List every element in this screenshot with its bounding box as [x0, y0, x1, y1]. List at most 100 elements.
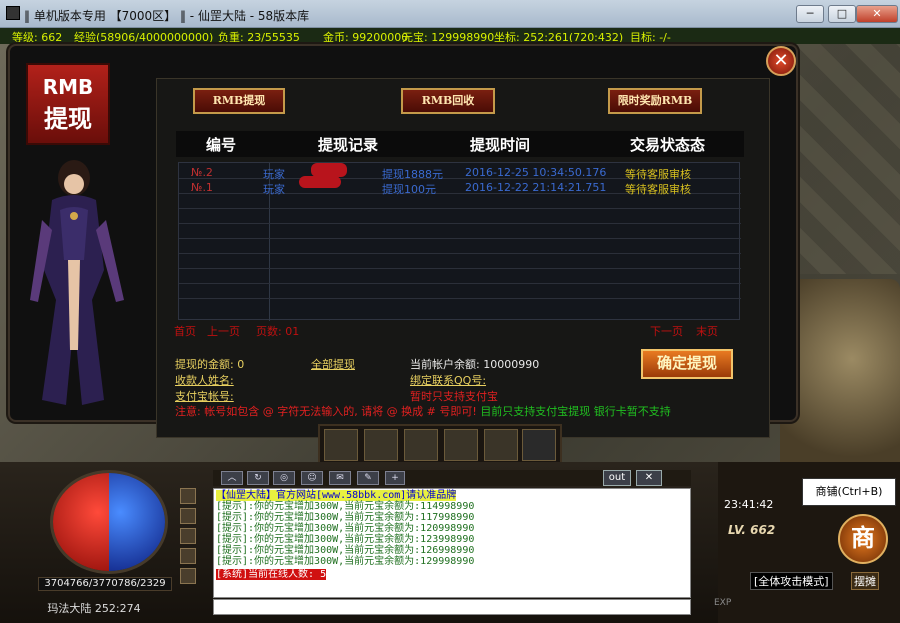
- empty-slot[interactable]: [522, 429, 556, 461]
- chat-group-icon[interactable]: ☺: [301, 471, 323, 485]
- last-page-link[interactable]: 末页: [696, 323, 718, 339]
- chat-line: [提示]:你的元宝增加300W,当前元宝余额为:117998990: [216, 512, 475, 523]
- maximize-button[interactable]: □: [828, 5, 856, 23]
- notice-red: 注意: 帐号如包含 @ 字符无法输入的, 请将 @ 换成 # 号即可!: [175, 405, 477, 418]
- chat-message-icon[interactable]: ✉: [329, 471, 351, 485]
- table-row[interactable]: №.2 玩家 提现1888元 2016-12-25 10:34:50.176 等…: [179, 163, 741, 181]
- row-time: 2016-12-22 21:14:21.751: [465, 181, 607, 194]
- badge-line1: RMB: [42, 75, 94, 99]
- alipay-account-field[interactable]: 支付宝帐号:: [175, 388, 234, 404]
- tab-rmb-withdraw[interactable]: RMB提现: [193, 88, 285, 114]
- game-clock: 23:41:42: [724, 498, 774, 511]
- chat-log[interactable]: 【仙罡大陆】官方网站[www.58bbk.com]请认准品牌 [提示]:你的元宝…: [213, 488, 691, 598]
- table-row-empty: [179, 285, 741, 299]
- next-page-link[interactable]: 下一页: [650, 323, 683, 339]
- balance-label: 当前帐户余额: 10000990: [410, 358, 540, 371]
- minimize-button[interactable]: ─: [796, 5, 824, 23]
- chat-out-button[interactable]: out: [603, 470, 631, 486]
- redaction-mark: [299, 176, 341, 188]
- badge-line2: 提现: [44, 105, 92, 133]
- table-row[interactable]: №.1 玩家 提现100元 2016-12-22 21:14:21.751 等待…: [179, 176, 741, 196]
- table-row-empty: [179, 255, 741, 269]
- chat-up-icon[interactable]: ︿: [221, 471, 243, 485]
- first-page-link[interactable]: 首页: [174, 323, 196, 339]
- withdraw-all-link[interactable]: 全部提现: [311, 356, 355, 372]
- row-time: 2016-12-25 10:34:50.176: [465, 166, 607, 179]
- table-row-empty: [179, 270, 741, 284]
- rmb-withdraw-badge: RMB 提现: [26, 63, 110, 145]
- table-row-empty: [179, 240, 741, 254]
- table-row-empty: [179, 225, 741, 239]
- table-row-empty: [179, 210, 741, 224]
- status-weight: 负重: 23/55535: [218, 31, 300, 44]
- confirm-withdraw-button[interactable]: 确定提现: [641, 349, 733, 379]
- chat-line: [提示]:你的元宝增加300W,当前元宝余额为:123998990: [216, 534, 475, 545]
- chat-add-icon[interactable]: +: [385, 471, 405, 485]
- status-coords: 坐标: 252:261(720:432): [494, 31, 624, 44]
- side-icon[interactable]: [180, 488, 196, 504]
- row-number: №.1: [191, 181, 213, 194]
- row-number: №.2: [191, 166, 213, 179]
- page-count: 页数: 01: [256, 325, 300, 338]
- status-exp: 经验(58906/4000000000): [74, 31, 214, 44]
- hp-mp-readout: 3704766/3770786/2329: [38, 577, 172, 591]
- chat-channel-icon[interactable]: ◎: [273, 471, 295, 485]
- chat-line: 【仙罡大陆】官方网站[www.58bbk.com]请认准品牌: [216, 490, 457, 501]
- skill-slot[interactable]: [364, 429, 398, 461]
- window-title: ‖ 单机版本专用 【7000区】 ‖ - 仙罡大陆 - 58版本库: [24, 9, 310, 23]
- side-icon[interactable]: [180, 528, 196, 544]
- status-gold: 金币: 99200000: [323, 31, 409, 44]
- scroll-slot[interactable]: [484, 429, 518, 461]
- skill-slot[interactable]: [324, 429, 358, 461]
- dialog-close-button[interactable]: ✕: [766, 46, 796, 76]
- col-header-status: 交易状态态: [630, 136, 706, 154]
- status-yuanbao: 元宝: 129998990: [402, 31, 495, 44]
- col-header-time: 提现时间: [470, 136, 531, 154]
- tab-rmb-recycle[interactable]: RMB回收: [401, 88, 495, 114]
- notice-green: 目前只支持支付宝提现 银行卡暂不支持: [480, 405, 671, 418]
- tab-limited-reward[interactable]: 限时奖励RMB: [608, 88, 702, 114]
- chat-x-button[interactable]: ✕: [636, 470, 662, 486]
- close-window-button[interactable]: ✕: [856, 5, 898, 23]
- attack-mode[interactable]: [全体攻击模式]: [750, 572, 833, 590]
- status-level: 等级: 662: [12, 31, 63, 44]
- table-row-empty: [179, 195, 741, 209]
- redaction-mark: [311, 163, 347, 177]
- records-table-header: 编号 提现记录 提现时间 交易状态态: [176, 131, 744, 157]
- side-icon[interactable]: [180, 508, 196, 524]
- col-header-number: 编号: [206, 136, 237, 154]
- hp-mp-orb: [50, 470, 168, 574]
- chat-edit-icon[interactable]: ✎: [357, 471, 379, 485]
- character-portrait: [30, 160, 124, 405]
- chat-input[interactable]: [213, 599, 691, 615]
- chat-line: [提示]:你的元宝增加300W,当前元宝余额为:114998990: [216, 501, 475, 512]
- records-table: №.2 玩家 提现1888元 2016-12-25 10:34:50.176 等…: [178, 162, 741, 321]
- pagoda-roof: [780, 279, 900, 479]
- col-header-record: 提现记录: [318, 136, 379, 154]
- side-icon[interactable]: [180, 568, 196, 584]
- chat-line: [提示]:你的元宝增加300W,当前元宝余额为:126998990: [216, 545, 475, 556]
- side-icon[interactable]: [180, 548, 196, 564]
- prev-page-link[interactable]: 上一页: [207, 323, 240, 339]
- shop-button[interactable]: 商: [838, 514, 888, 564]
- payee-name-field[interactable]: 收款人姓名:: [175, 372, 234, 388]
- exp-label: EXP: [714, 598, 732, 608]
- map-name: 玛法大陆: [47, 602, 92, 615]
- app-icon: [6, 6, 20, 20]
- status-strip: 等级: 662 经验(58906/4000000000) 负重: 23/5553…: [0, 28, 900, 44]
- player-level: LV. 662: [728, 523, 776, 537]
- mp-half: [109, 473, 165, 571]
- scroll-slot[interactable]: [404, 429, 438, 461]
- hp-half: [53, 473, 109, 571]
- notice-line: 注意: 帐号如包含 @ 字符无法输入的, 请将 @ 换成 # 号即可! 目前只支…: [175, 403, 671, 419]
- qq-field[interactable]: 绑定联系QQ号:: [410, 372, 486, 388]
- shop-tooltip: 商铺(Ctrl+B): [802, 478, 896, 506]
- chat-refresh-icon[interactable]: ↻: [247, 471, 269, 485]
- window-titlebar: ‖ 单机版本专用 【7000区】 ‖ - 仙罡大陆 - 58版本库 ─ □ ✕: [0, 0, 900, 28]
- amount-label: 提现的金额: 0: [175, 358, 245, 371]
- stall-button[interactable]: 摆摊: [851, 572, 879, 590]
- alipay-only-hint: 暂时只支持支付宝: [410, 390, 498, 403]
- chat-line: [提示]:你的元宝增加300W,当前元宝余额为:120998990: [216, 523, 475, 534]
- scroll-slot[interactable]: [444, 429, 478, 461]
- skill-bar: [318, 424, 562, 464]
